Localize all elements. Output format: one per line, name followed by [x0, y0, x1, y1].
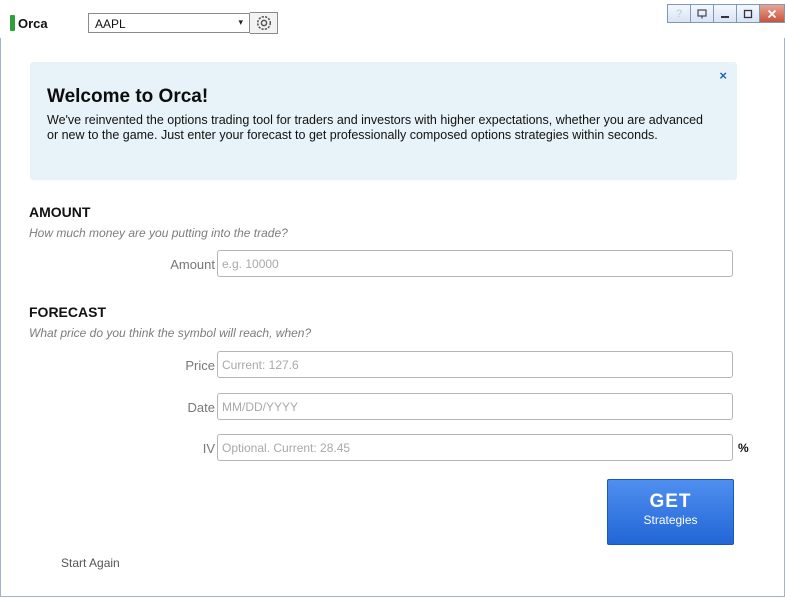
- symbol-value: AAPL: [95, 17, 126, 31]
- price-label: Price: [185, 358, 215, 373]
- restore-button[interactable]: [690, 4, 713, 23]
- gear-icon: [256, 15, 271, 31]
- help-icon: ?: [675, 7, 683, 20]
- welcome-banner: × Welcome to Orca! We've reinvented the …: [30, 62, 737, 180]
- welcome-title: Welcome to Orca!: [47, 86, 209, 107]
- welcome-body: We've reinvented the options trading too…: [47, 113, 704, 142]
- amount-section-subtitle: How much money are you putting into the …: [29, 226, 288, 240]
- minimize-button[interactable]: [713, 4, 736, 23]
- restore-icon: [697, 8, 707, 18]
- chevron-down-icon: ▾: [238, 17, 243, 27]
- iv-input[interactable]: [217, 434, 733, 461]
- app-brand: Orca: [10, 13, 48, 33]
- settings-button[interactable]: [250, 12, 278, 34]
- brand-mark: [10, 15, 15, 31]
- amount-label: Amount: [170, 257, 215, 272]
- amount-section-title: AMOUNT: [29, 204, 91, 220]
- minimize-icon: [721, 15, 729, 18]
- window-controls: ?: [667, 4, 785, 23]
- title-bar: Orca AAPL ▾ ?: [0, 0, 785, 38]
- app-name: Orca: [18, 15, 48, 31]
- get-button-label: GET: [649, 491, 692, 512]
- close-icon: [767, 9, 777, 18]
- help-button[interactable]: ?: [667, 4, 690, 23]
- get-strategies-button[interactable]: GET Strategies: [607, 479, 734, 545]
- symbol-select[interactable]: AAPL ▾: [88, 13, 250, 33]
- maximize-icon: [743, 9, 753, 18]
- get-button-sublabel: Strategies: [643, 513, 698, 527]
- dismiss-welcome-button[interactable]: ×: [719, 68, 727, 83]
- price-input[interactable]: [217, 351, 733, 378]
- start-again-link[interactable]: Start Again: [61, 556, 120, 570]
- iv-unit: %: [738, 441, 749, 455]
- date-label: Date: [187, 400, 215, 415]
- date-input[interactable]: [217, 393, 733, 420]
- maximize-button[interactable]: [736, 4, 759, 23]
- iv-label: IV: [202, 441, 215, 456]
- forecast-section-subtitle: What price do you think the symbol will …: [29, 326, 312, 340]
- amount-input[interactable]: [217, 250, 733, 277]
- forecast-section-title: FORECAST: [29, 304, 106, 320]
- close-window-button[interactable]: [759, 4, 785, 23]
